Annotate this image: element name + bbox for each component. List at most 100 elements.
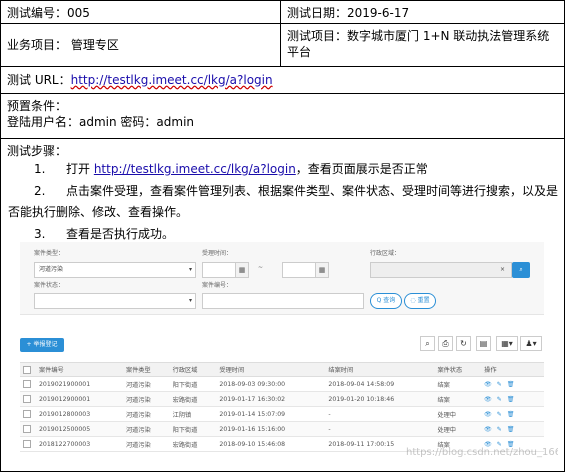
cell-status: 结案 bbox=[434, 376, 482, 392]
col-case-no[interactable]: 案件编号 bbox=[36, 362, 123, 377]
table-row: 2019021900001 河道污染 阳下街道 2018-09-03 09:30… bbox=[20, 376, 544, 392]
district-select[interactable]: × bbox=[370, 262, 512, 278]
cell-status: 处理中 bbox=[434, 421, 482, 437]
view-icon[interactable]: 👁 bbox=[484, 381, 492, 388]
search-icon[interactable]: ⌕ bbox=[512, 262, 530, 278]
chevron-down-icon: ▾ bbox=[188, 297, 192, 304]
test-case-document: 测试编号：005 测试日期：2019-6-17 业务项目： 管理专区 测试项目：… bbox=[0, 0, 565, 472]
edit-icon[interactable]: ✎ bbox=[497, 426, 502, 433]
col-district[interactable]: 行政区域 bbox=[169, 362, 217, 377]
view-icon[interactable]: 👁 bbox=[484, 396, 492, 403]
cell-case-no: 2019012500005 bbox=[36, 421, 123, 437]
reset-button[interactable]: ◌ 重置 bbox=[404, 293, 436, 309]
cell-case-type: 河道污染 bbox=[122, 436, 170, 452]
row-checkbox[interactable] bbox=[20, 376, 36, 392]
user-icon[interactable]: ♟▾ bbox=[520, 336, 542, 351]
step-2: 2. 点击案件受理，查看案件管理列表、根据案件类型、案件状态、受理时间等进行搜索，… bbox=[34, 182, 558, 200]
cell-district: 宏路街道 bbox=[169, 436, 217, 452]
columns-icon[interactable]: ▦▾ bbox=[496, 336, 518, 351]
step-1-link[interactable]: http://testlkg.imeet.cc/lkg/a?login bbox=[94, 162, 296, 176]
query-button[interactable]: Q 查询 bbox=[370, 293, 402, 309]
print-icon[interactable]: ⎙ bbox=[438, 336, 453, 351]
chevron-down-icon: ▾ bbox=[188, 266, 192, 273]
step-1: 1. 打开 http://testlkg.imeet.cc/lkg/a?login… bbox=[34, 160, 428, 178]
cell-district: 阳下街道 bbox=[169, 421, 217, 437]
case-type-label: 案件类型： bbox=[34, 250, 65, 257]
cell-case-type: 河道污染 bbox=[122, 376, 170, 392]
precondition-login: 登陆用户名：admin 密码：admin bbox=[7, 115, 195, 129]
calendar-icon[interactable]: ▦ bbox=[315, 262, 329, 278]
col-close-time[interactable]: 结案时间 bbox=[325, 362, 435, 377]
table-row: 2019012500005 河道污染 阳下街道 2019-01-16 15:16… bbox=[20, 421, 544, 437]
calendar-icon[interactable]: ▦ bbox=[235, 262, 249, 278]
cell-close-time: - bbox=[325, 421, 435, 437]
table-row: 2019012800003 河道污染 江阴镇 2019-01-14 15:07:… bbox=[20, 406, 544, 422]
step-2-number: 2. bbox=[34, 184, 46, 198]
case-number-label: 案件编号： bbox=[202, 282, 233, 289]
row-checkbox[interactable] bbox=[20, 421, 36, 437]
edit-icon[interactable]: ✎ bbox=[497, 411, 502, 418]
accept-time-start[interactable] bbox=[202, 262, 236, 278]
table-row: 2019012900001 河道污染 宏路街道 2019-01-17 16:30… bbox=[20, 391, 544, 407]
case-table: 案件编号 案件类型 行政区域 受理时间 结案时间 案件状态 操作 2019021… bbox=[20, 362, 544, 452]
view-icon[interactable]: 👁 bbox=[484, 426, 492, 433]
col-case-type[interactable]: 案件类型 bbox=[122, 362, 170, 377]
col-status[interactable]: 案件状态 bbox=[434, 362, 482, 377]
test-item: 测试项目：数字城市厦门 1+N 联动执法管理系统平台 bbox=[280, 23, 565, 67]
precondition-title: 预置条件： bbox=[7, 99, 68, 113]
test-url-label: 测试 URL： bbox=[7, 73, 71, 87]
step-2-text: 点击案件受理，查看案件管理列表、根据案件类型、案件状态、受理时间等进行搜索，以及… bbox=[66, 184, 559, 198]
cell-close-time: 2018-09-04 14:58:09 bbox=[325, 376, 435, 392]
delete-icon[interactable]: 🗑 bbox=[507, 396, 515, 403]
case-status-label: 案件状态： bbox=[34, 282, 65, 289]
cell-accept-time: 2019-01-14 15:07:09 bbox=[216, 406, 326, 422]
step-1-text-post: ，查看页面展示是否正常 bbox=[295, 162, 428, 176]
cell-status: 处理中 bbox=[434, 406, 482, 422]
refresh-icon[interactable]: ↻ bbox=[456, 336, 471, 351]
row-checkbox[interactable] bbox=[20, 436, 36, 452]
filter-panel: 案件类型： 河道污染 ▾ 受理时间： ▦ ~ ▦ 行政区域： × ⌕ 案件状态： … bbox=[20, 242, 544, 315]
col-accept-time[interactable]: 受理时间 bbox=[216, 362, 326, 377]
test-number: 测试编号：005 bbox=[0, 0, 281, 24]
embedded-screenshot: 案件类型： 河道污染 ▾ 受理时间： ▦ ~ ▦ 行政区域： × ⌕ 案件状态： … bbox=[6, 242, 558, 468]
edit-icon[interactable]: ✎ bbox=[497, 381, 502, 388]
date-separator: ~ bbox=[258, 264, 264, 271]
row-actions: 👁 ✎ 🗑 bbox=[481, 391, 544, 407]
district-label: 行政区域： bbox=[370, 250, 401, 257]
row-actions: 👁 ✎ 🗑 bbox=[481, 421, 544, 437]
test-url-link[interactable]: http://testlkg.imeet.cc/lkg/a?login bbox=[71, 73, 273, 87]
cell-close-time: 2019-01-20 10:18:46 bbox=[325, 391, 435, 407]
accept-time-label: 受理时间： bbox=[202, 250, 233, 257]
step-2-cont: 否能执行删除、修改、查看操作。 bbox=[8, 205, 189, 219]
test-url-row: 测试 URL：http://testlkg.imeet.cc/lkg/a?log… bbox=[0, 66, 565, 94]
cell-case-no: 2019012800003 bbox=[36, 406, 123, 422]
table-header-row: 案件编号 案件类型 行政区域 受理时间 结案时间 案件状态 操作 bbox=[20, 362, 544, 377]
search-icon[interactable]: ⌕ bbox=[420, 336, 435, 351]
case-number-input[interactable] bbox=[202, 293, 364, 309]
cell-accept-time: 2019-01-16 15:16:00 bbox=[216, 421, 326, 437]
step-3-text: 查看是否执行成功。 bbox=[66, 227, 175, 241]
report-register-button[interactable]: + 举报登记 bbox=[20, 338, 64, 352]
precondition-box: 预置条件： 登陆用户名：admin 密码：admin bbox=[0, 93, 565, 139]
cell-accept-time: 2019-01-17 16:30:02 bbox=[216, 391, 326, 407]
case-type-select[interactable]: 河道污染 ▾ bbox=[34, 262, 196, 278]
row-checkbox[interactable] bbox=[20, 406, 36, 422]
case-status-select[interactable]: ▾ bbox=[34, 293, 196, 309]
accept-time-end[interactable] bbox=[282, 262, 316, 278]
export-icon[interactable]: ▤ bbox=[476, 336, 491, 351]
edit-icon[interactable]: ✎ bbox=[497, 396, 502, 403]
cell-case-type: 河道污染 bbox=[122, 406, 170, 422]
cell-accept-time: 2018-09-10 15:46:08 bbox=[216, 436, 326, 452]
delete-icon[interactable]: 🗑 bbox=[507, 381, 515, 388]
delete-icon[interactable]: 🗑 bbox=[507, 411, 515, 418]
cell-case-type: 河道污染 bbox=[122, 421, 170, 437]
step-1-text: 打开 bbox=[66, 162, 94, 176]
case-type-value: 河道污染 bbox=[39, 266, 64, 273]
view-icon[interactable]: 👁 bbox=[484, 411, 492, 418]
cell-case-type: 河道污染 bbox=[122, 391, 170, 407]
select-all-checkbox[interactable] bbox=[20, 362, 36, 377]
cell-status: 结案 bbox=[434, 391, 482, 407]
row-checkbox[interactable] bbox=[20, 391, 36, 407]
clear-icon[interactable]: × bbox=[500, 263, 505, 277]
delete-icon[interactable]: 🗑 bbox=[507, 426, 515, 433]
